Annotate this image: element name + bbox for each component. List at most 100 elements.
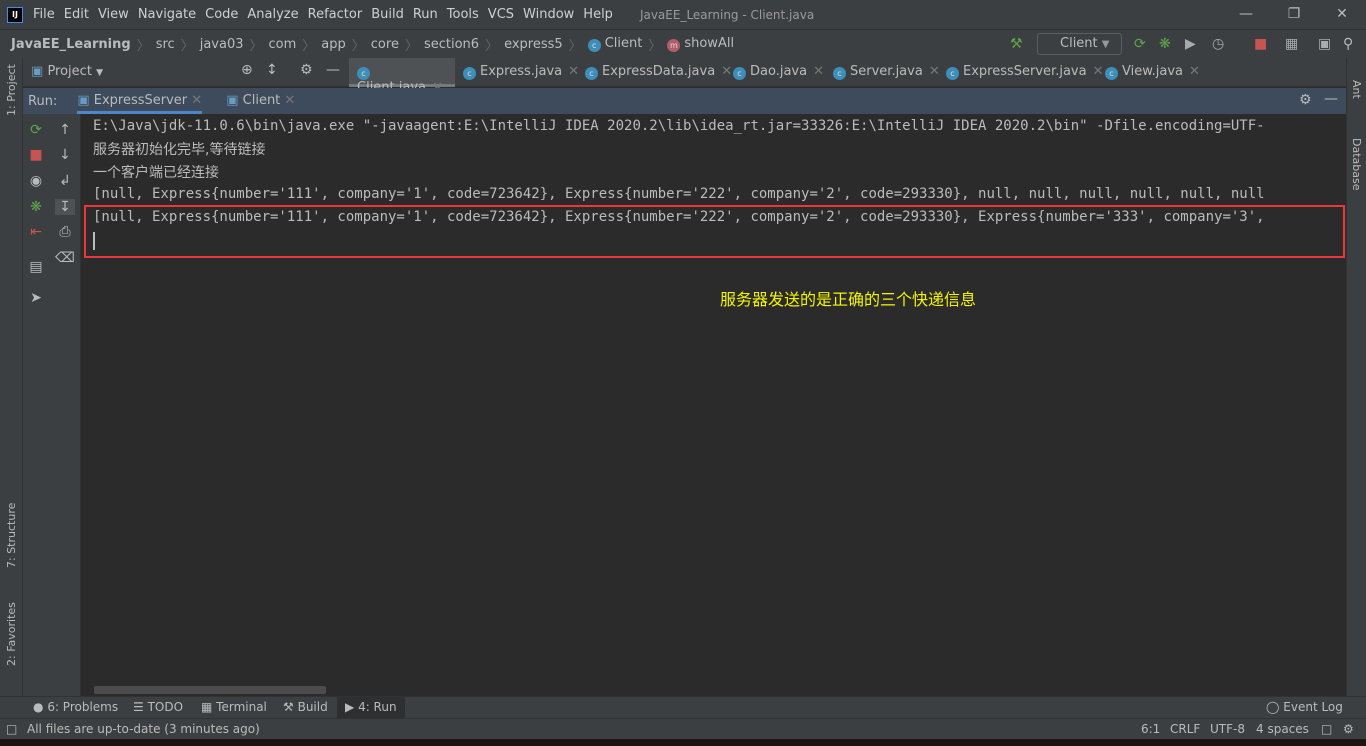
scroll-to-end-icon[interactable]: ↧ bbox=[55, 199, 75, 215]
tab-view-java[interactable]: c View.java ✕ bbox=[1105, 58, 1200, 87]
debug-icon[interactable]: ❋ bbox=[1159, 36, 1171, 52]
profile-icon[interactable]: ◷ bbox=[1212, 36, 1224, 52]
title-bar: IJ File Edit View Navigate Code Analyze Refact… bbox=[0, 0, 1366, 29]
console-output[interactable]: E:\Java\jdk-11.0.6\bin\java.exe "-javaag… bbox=[82, 114, 1346, 696]
tab-client-java[interactable]: cClient.java✕ bbox=[349, 58, 455, 95]
print-icon[interactable]: ⎙ bbox=[55, 224, 75, 240]
collapse-icon[interactable]: ↕ bbox=[266, 62, 278, 78]
indent-setting[interactable]: 4 spaces bbox=[1256, 722, 1309, 736]
gear-icon[interactable]: ⚙ bbox=[300, 62, 313, 78]
gear-icon[interactable]: ⚙ bbox=[1299, 92, 1312, 108]
menu-help[interactable]: Help bbox=[583, 7, 613, 22]
file-encoding[interactable]: UTF-8 bbox=[1210, 722, 1245, 736]
status-message[interactable]: All files are up-to-date (3 minutes ago) bbox=[27, 722, 260, 736]
project-view-select[interactable]: ▣ Project ▼ bbox=[31, 64, 103, 79]
menu-file[interactable]: File bbox=[33, 7, 55, 22]
close-tab-icon[interactable]: ✕ bbox=[1189, 64, 1200, 79]
run-tool-button[interactable]: ▶ 4: Run bbox=[337, 697, 405, 718]
project-tool-button[interactable]: 1: Project bbox=[5, 64, 18, 116]
caret-position[interactable]: 6:1 bbox=[1141, 722, 1160, 736]
build-tool-button[interactable]: ⚒ Build bbox=[283, 700, 328, 714]
breadcrumb-project[interactable]: JavaEE_Learning bbox=[11, 37, 131, 52]
minimize-icon[interactable]: — bbox=[1222, 0, 1270, 29]
menu-window[interactable]: Window bbox=[523, 7, 574, 22]
terminal-tool-button[interactable]: ▦ Terminal bbox=[201, 700, 267, 714]
right-tool-strip: Ant Database bbox=[1346, 58, 1366, 718]
hammer-icon: ⚒ bbox=[283, 700, 294, 714]
class-icon: c bbox=[585, 67, 598, 80]
pin-icon[interactable]: ➤ bbox=[26, 290, 46, 306]
close-tab-icon[interactable]: ✕ bbox=[813, 64, 824, 79]
run-tab-expressserver[interactable]: ▣ ExpressServer ✕ bbox=[77, 88, 203, 114]
hide-icon[interactable]: — bbox=[326, 62, 340, 78]
horizontal-scrollbar[interactable] bbox=[94, 686, 326, 694]
tab-expressserver-java[interactable]: c ExpressServer.java ✕ bbox=[946, 58, 1103, 87]
tab-expressdata-java[interactable]: c ExpressData.java ✕ bbox=[585, 58, 732, 87]
close-icon[interactable]: ✕ bbox=[1318, 0, 1366, 29]
structure-tool-button[interactable]: 7: Structure bbox=[5, 503, 18, 568]
editor-tab-row: ▣ Project ▼ ⊕ ↕ ⚙ — cClient.java✕ cExpre… bbox=[23, 58, 1346, 95]
breadcrumb-src[interactable]: src bbox=[156, 37, 175, 52]
rerun-icon[interactable]: ⟳ bbox=[1134, 36, 1146, 52]
database-tool-button[interactable]: Database bbox=[1350, 138, 1363, 191]
coverage-icon[interactable]: ▶ bbox=[1185, 36, 1196, 52]
run-anything-icon[interactable]: ▣ bbox=[1318, 36, 1331, 52]
menu-edit[interactable]: Edit bbox=[64, 7, 89, 22]
exit-icon[interactable]: ⇤ bbox=[26, 224, 46, 240]
tab-server-java[interactable]: c Server.java ✕ bbox=[833, 58, 940, 87]
close-tab-icon[interactable]: ✕ bbox=[568, 64, 579, 79]
rerun-icon[interactable]: ⟳ bbox=[26, 122, 46, 138]
up-arrow-icon[interactable]: ↑ bbox=[55, 122, 75, 138]
lock-icon[interactable]: □ bbox=[1321, 722, 1332, 736]
favorites-tool-button[interactable]: 2: Favorites bbox=[5, 602, 18, 666]
down-arrow-icon[interactable]: ↓ bbox=[55, 147, 75, 163]
run-tab-client[interactable]: ▣ Client ✕ bbox=[226, 88, 295, 114]
todo-tool-button[interactable]: ☰ TODO bbox=[133, 700, 183, 714]
menu-code[interactable]: Code bbox=[205, 7, 238, 22]
breadcrumb-section6[interactable]: section6 bbox=[424, 37, 479, 52]
problems-tool-button[interactable]: ● 6: Problems bbox=[33, 700, 118, 714]
menu-navigate[interactable]: Navigate bbox=[138, 7, 196, 22]
menu-vcs[interactable]: VCS bbox=[488, 7, 514, 22]
close-tab-icon[interactable]: ✕ bbox=[1093, 64, 1104, 79]
close-tab-icon[interactable]: ✕ bbox=[191, 93, 202, 108]
camera-icon[interactable]: ◉ bbox=[26, 173, 46, 189]
close-tab-icon[interactable]: ✕ bbox=[721, 64, 732, 79]
hide-icon[interactable]: — bbox=[1324, 91, 1338, 107]
build-hammer-icon[interactable]: ⚒ bbox=[1010, 36, 1023, 52]
breadcrumb-core[interactable]: core bbox=[371, 37, 399, 52]
search-icon[interactable]: ⚲ bbox=[1343, 36, 1353, 52]
close-tab-icon[interactable]: ✕ bbox=[284, 93, 295, 108]
ant-tool-button[interactable]: Ant bbox=[1350, 80, 1363, 99]
tab-dao-java[interactable]: c Dao.java ✕ bbox=[733, 58, 824, 87]
menu-tools[interactable]: Tools bbox=[447, 7, 479, 22]
menu-run[interactable]: Run bbox=[413, 7, 438, 22]
trash-icon[interactable]: ⌫ bbox=[55, 250, 75, 266]
breadcrumb-client[interactable]: c Client bbox=[587, 36, 642, 52]
soft-wrap-icon[interactable]: ↲ bbox=[55, 173, 75, 189]
menu-build[interactable]: Build bbox=[371, 7, 404, 22]
menu-refactor[interactable]: Refactor bbox=[308, 7, 363, 22]
run-toolbar: ⟳ ■ ◉ ❋ ⇤ ▤ ➤ ↑ ↓ ↲ ↧ ⎙ ⌫ bbox=[23, 114, 81, 696]
breadcrumb-method[interactable]: m showAll bbox=[667, 36, 734, 52]
breadcrumb-java03[interactable]: java03 bbox=[200, 37, 244, 52]
tab-express-java[interactable]: c Express.java ✕ bbox=[463, 58, 579, 87]
restore-icon[interactable]: ❐ bbox=[1270, 0, 1318, 29]
line-separator[interactable]: CRLF bbox=[1170, 722, 1200, 736]
menu-analyze[interactable]: Analyze bbox=[247, 7, 298, 22]
breadcrumb-app[interactable]: app bbox=[321, 37, 345, 52]
breadcrumb-express5[interactable]: express5 bbox=[504, 37, 563, 52]
event-log-button[interactable]: ◯ Event Log bbox=[1266, 700, 1343, 714]
stop-icon[interactable]: ■ bbox=[26, 147, 46, 163]
debug-icon[interactable]: ❋ bbox=[26, 199, 46, 215]
stop-icon[interactable]: ■ bbox=[1254, 36, 1267, 52]
annotation-text: 服务器发送的是正确的三个快递信息 bbox=[720, 290, 977, 309]
close-tab-icon[interactable]: ✕ bbox=[929, 64, 940, 79]
inspector-icon[interactable]: ⚙ bbox=[1343, 722, 1354, 736]
project-structure-icon[interactable]: ▦ bbox=[1285, 36, 1298, 52]
menu-view[interactable]: View bbox=[98, 7, 129, 22]
breadcrumb-com[interactable]: com bbox=[269, 37, 297, 52]
run-config-select[interactable]: Client ▼ bbox=[1037, 33, 1122, 55]
layout-icon[interactable]: ▤ bbox=[26, 259, 46, 275]
locate-icon[interactable]: ⊕ bbox=[241, 62, 253, 78]
